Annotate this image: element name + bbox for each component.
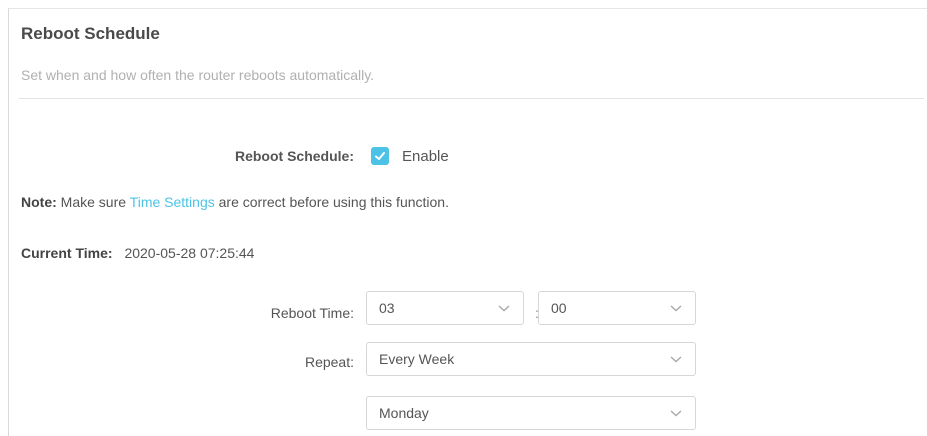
current-time-row: Current Time: 2020-05-28 07:25:44 [21,245,254,261]
repeat-frequency-value: Every Week [379,351,455,367]
reboot-schedule-label: Reboot Schedule: [234,148,354,164]
chevron-down-icon [670,356,682,363]
current-time-label: Current Time: [21,245,113,261]
reboot-hour-select[interactable]: 03 [366,291,524,325]
enable-label[interactable]: Enable [402,148,449,165]
repeat-frequency-select[interactable]: Every Week [366,342,696,376]
note-text-before: Make sure [56,194,130,210]
reboot-time-label: Reboot Time: [270,305,354,321]
checkmark-icon [375,152,385,160]
reboot-hour-value: 03 [379,300,395,316]
section-description: Set when and how often the router reboot… [21,67,375,83]
note-row: Note: Make sure Time Settings are correc… [21,194,449,210]
repeat-label: Repeat: [304,354,354,370]
chevron-down-icon [670,305,682,312]
enable-checkbox[interactable] [371,147,389,165]
time-settings-link[interactable]: Time Settings [130,194,215,210]
repeat-day-select[interactable]: Monday [366,396,696,430]
reboot-minute-value: 00 [551,300,567,316]
reboot-minute-select[interactable]: 00 [538,291,696,325]
section-title: Reboot Schedule [21,24,160,43]
current-time-value: 2020-05-28 07:25:44 [124,245,255,261]
divider [19,98,924,99]
repeat-day-value: Monday [379,405,429,421]
chevron-down-icon [670,410,682,417]
note-prefix: Note: [21,194,57,210]
chevron-down-icon [498,305,510,312]
reboot-schedule-panel: Reboot Schedule Set when and how often t… [8,8,927,436]
note-text-after: are correct before using this function. [214,194,449,210]
